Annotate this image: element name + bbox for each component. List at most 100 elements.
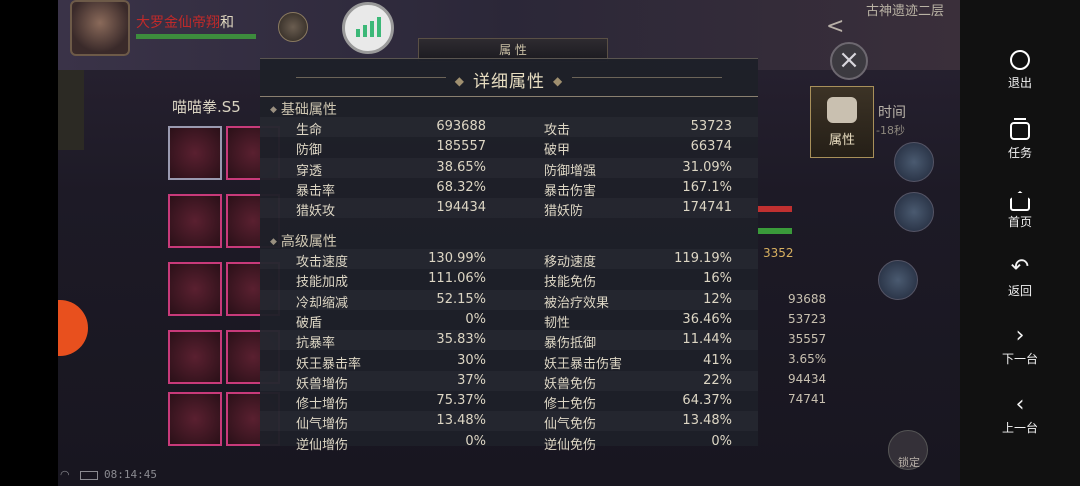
attr-value-right: 41% — [703, 352, 732, 368]
attr-value-right: 0% — [711, 433, 732, 449]
wifi-icon: ◠ — [60, 468, 70, 481]
chat-icon[interactable] — [58, 300, 88, 356]
guild-emblem-icon[interactable] — [278, 12, 308, 42]
nav-home[interactable]: 首页 — [960, 185, 1080, 245]
bg-stat-value: 3.65% — [788, 352, 827, 366]
attribute-row: 攻击速度 130.99% 移动速度 119.19% — [260, 249, 758, 270]
bullet-icon: ◆ — [270, 237, 277, 247]
nav-prev[interactable]: ‹ 上一台 — [960, 391, 1080, 451]
attributes-icon — [827, 96, 857, 123]
battery-icon — [80, 471, 98, 480]
left-black-bar — [0, 0, 58, 486]
player-name-suffix: 和 — [220, 15, 234, 31]
attr-name-left: 修士增伤 — [296, 397, 349, 413]
attr-value-right: 36.46% — [682, 311, 732, 327]
attr-value-left: 75.37% — [436, 393, 486, 409]
attr-value-left: 68.32% — [436, 179, 486, 195]
skill-icon[interactable] — [894, 192, 934, 232]
left-side-tab[interactable] — [58, 70, 84, 150]
map-name: 古神遗迹二层 — [866, 4, 945, 19]
section-title-basic: ◆ 基础属性 — [270, 99, 337, 119]
time-label: 时间 — [878, 105, 906, 121]
attr-name-right: 攻击 — [544, 123, 571, 138]
attribute-row: 修士增伤 75.37% 修士免伤 64.37% — [260, 391, 758, 413]
attr-value-right: 174741 — [682, 200, 732, 216]
attribute-row: 防御 185557 破甲 66374 — [260, 137, 758, 159]
nav-next[interactable]: › 下一台 — [960, 322, 1080, 382]
signal-icon[interactable] — [342, 2, 394, 54]
skill-icon[interactable] — [894, 142, 934, 182]
popup-title-text: 详细属性 — [473, 72, 545, 92]
attr-value-right: 31.09% — [682, 159, 732, 175]
attr-value-left: 185557 — [436, 139, 486, 155]
attribute-row: 妖兽增伤 37% 妖兽免伤 22% — [260, 371, 758, 392]
diamond-icon: ◆ — [553, 74, 564, 88]
nav-task-label: 任务 — [1007, 146, 1032, 160]
player-name-text: 大罗金仙帝翔 — [136, 15, 220, 31]
status-time: 08:14:45 — [104, 468, 157, 481]
back-arrow-icon[interactable]: < — [826, 14, 844, 39]
attr-value-right: 12% — [703, 291, 732, 307]
attr-name-left: 防御 — [296, 143, 323, 159]
status-bar: ◠ 08:14:45 — [58, 468, 178, 486]
nav-back[interactable]: ↶ 返回 — [960, 254, 1080, 314]
section-title-advanced: ◆ 高级属性 — [270, 231, 337, 251]
equipment-slot[interactable] — [168, 262, 222, 316]
chevron-right-icon: › — [1015, 323, 1025, 348]
close-icon[interactable]: × — [830, 42, 868, 80]
red-bar — [758, 206, 792, 212]
attr-name-left: 生命 — [296, 123, 323, 138]
attr-name-right: 妖兽免伤 — [544, 376, 597, 392]
attr-name-right: 移动速度 — [544, 255, 597, 270]
bg-stat-value: 74741 — [788, 392, 827, 406]
attr-name-right: 技能免伤 — [544, 275, 597, 291]
equipment-slot[interactable] — [168, 330, 222, 384]
nav-task[interactable]: 任务 — [960, 116, 1080, 176]
title-divider — [296, 77, 446, 78]
attr-value-left: 37% — [457, 372, 486, 388]
attr-name-right: 仙气免伤 — [544, 417, 597, 433]
attr-value-left: 52.15% — [436, 291, 486, 307]
nav-exit-label: 退出 — [1007, 76, 1032, 90]
equipment-slot[interactable] — [168, 126, 222, 180]
attr-name-left: 妖王暴击率 — [296, 356, 362, 372]
attr-name-left: 暴击率 — [296, 183, 336, 199]
task-icon — [960, 116, 1080, 144]
bg-stat-value: 93688 — [788, 292, 827, 306]
attr-name-left: 冷却缩减 — [296, 295, 349, 311]
bg-stat-value: 53723 — [788, 312, 827, 326]
skill-icon[interactable] — [878, 260, 918, 300]
equipment-slot[interactable] — [168, 392, 222, 446]
green-bar — [758, 228, 792, 234]
android-nav-bar: 退出 任务 首页 ↶ 返回 › 下一台 ‹ 上一台 — [960, 0, 1080, 486]
attr-value-right: 22% — [703, 372, 732, 388]
time-remaining: -18秒 — [876, 124, 905, 137]
nav-exit[interactable]: 退出 — [960, 46, 1080, 106]
attr-name-right: 暴伤抵御 — [544, 336, 597, 352]
avatar[interactable] — [70, 0, 130, 56]
attr-name-right: 防御增强 — [544, 163, 597, 179]
gold-value: 3352 — [763, 246, 794, 260]
equipment-slot[interactable] — [168, 194, 222, 248]
attr-name-left: 抗暴率 — [296, 336, 336, 352]
bg-stat-value: 94434 — [788, 372, 827, 386]
attr-name-left: 攻击速度 — [296, 255, 349, 270]
attributes-tab[interactable]: 属性 — [810, 86, 874, 158]
attributes-tab-label: 属性 — [828, 132, 855, 148]
attr-name-left: 破盾 — [296, 315, 323, 331]
attr-value-right: 66374 — [690, 139, 732, 155]
attr-value-left: 0% — [465, 311, 486, 327]
attr-value-right: 167.1% — [682, 179, 732, 195]
attr-name-left: 逆仙增伤 — [296, 437, 349, 453]
attr-value-left: 30% — [457, 352, 486, 368]
attr-value-left: 0% — [465, 433, 486, 449]
attribute-row: 妖王暴击率 30% 妖王暴击伤害 41% — [260, 351, 758, 372]
attr-value-left: 693688 — [436, 119, 486, 134]
attr-value-left: 35.83% — [436, 332, 486, 348]
attr-value-left: 111.06% — [428, 271, 486, 287]
attribute-row: 仙气增伤 13.48% 仙气免伤 13.48% — [260, 411, 758, 433]
attr-value-right: 13.48% — [682, 413, 732, 429]
attr-name-left: 穿透 — [296, 163, 323, 179]
title-divider — [572, 77, 722, 78]
lock-label: 锁定 — [898, 456, 920, 469]
